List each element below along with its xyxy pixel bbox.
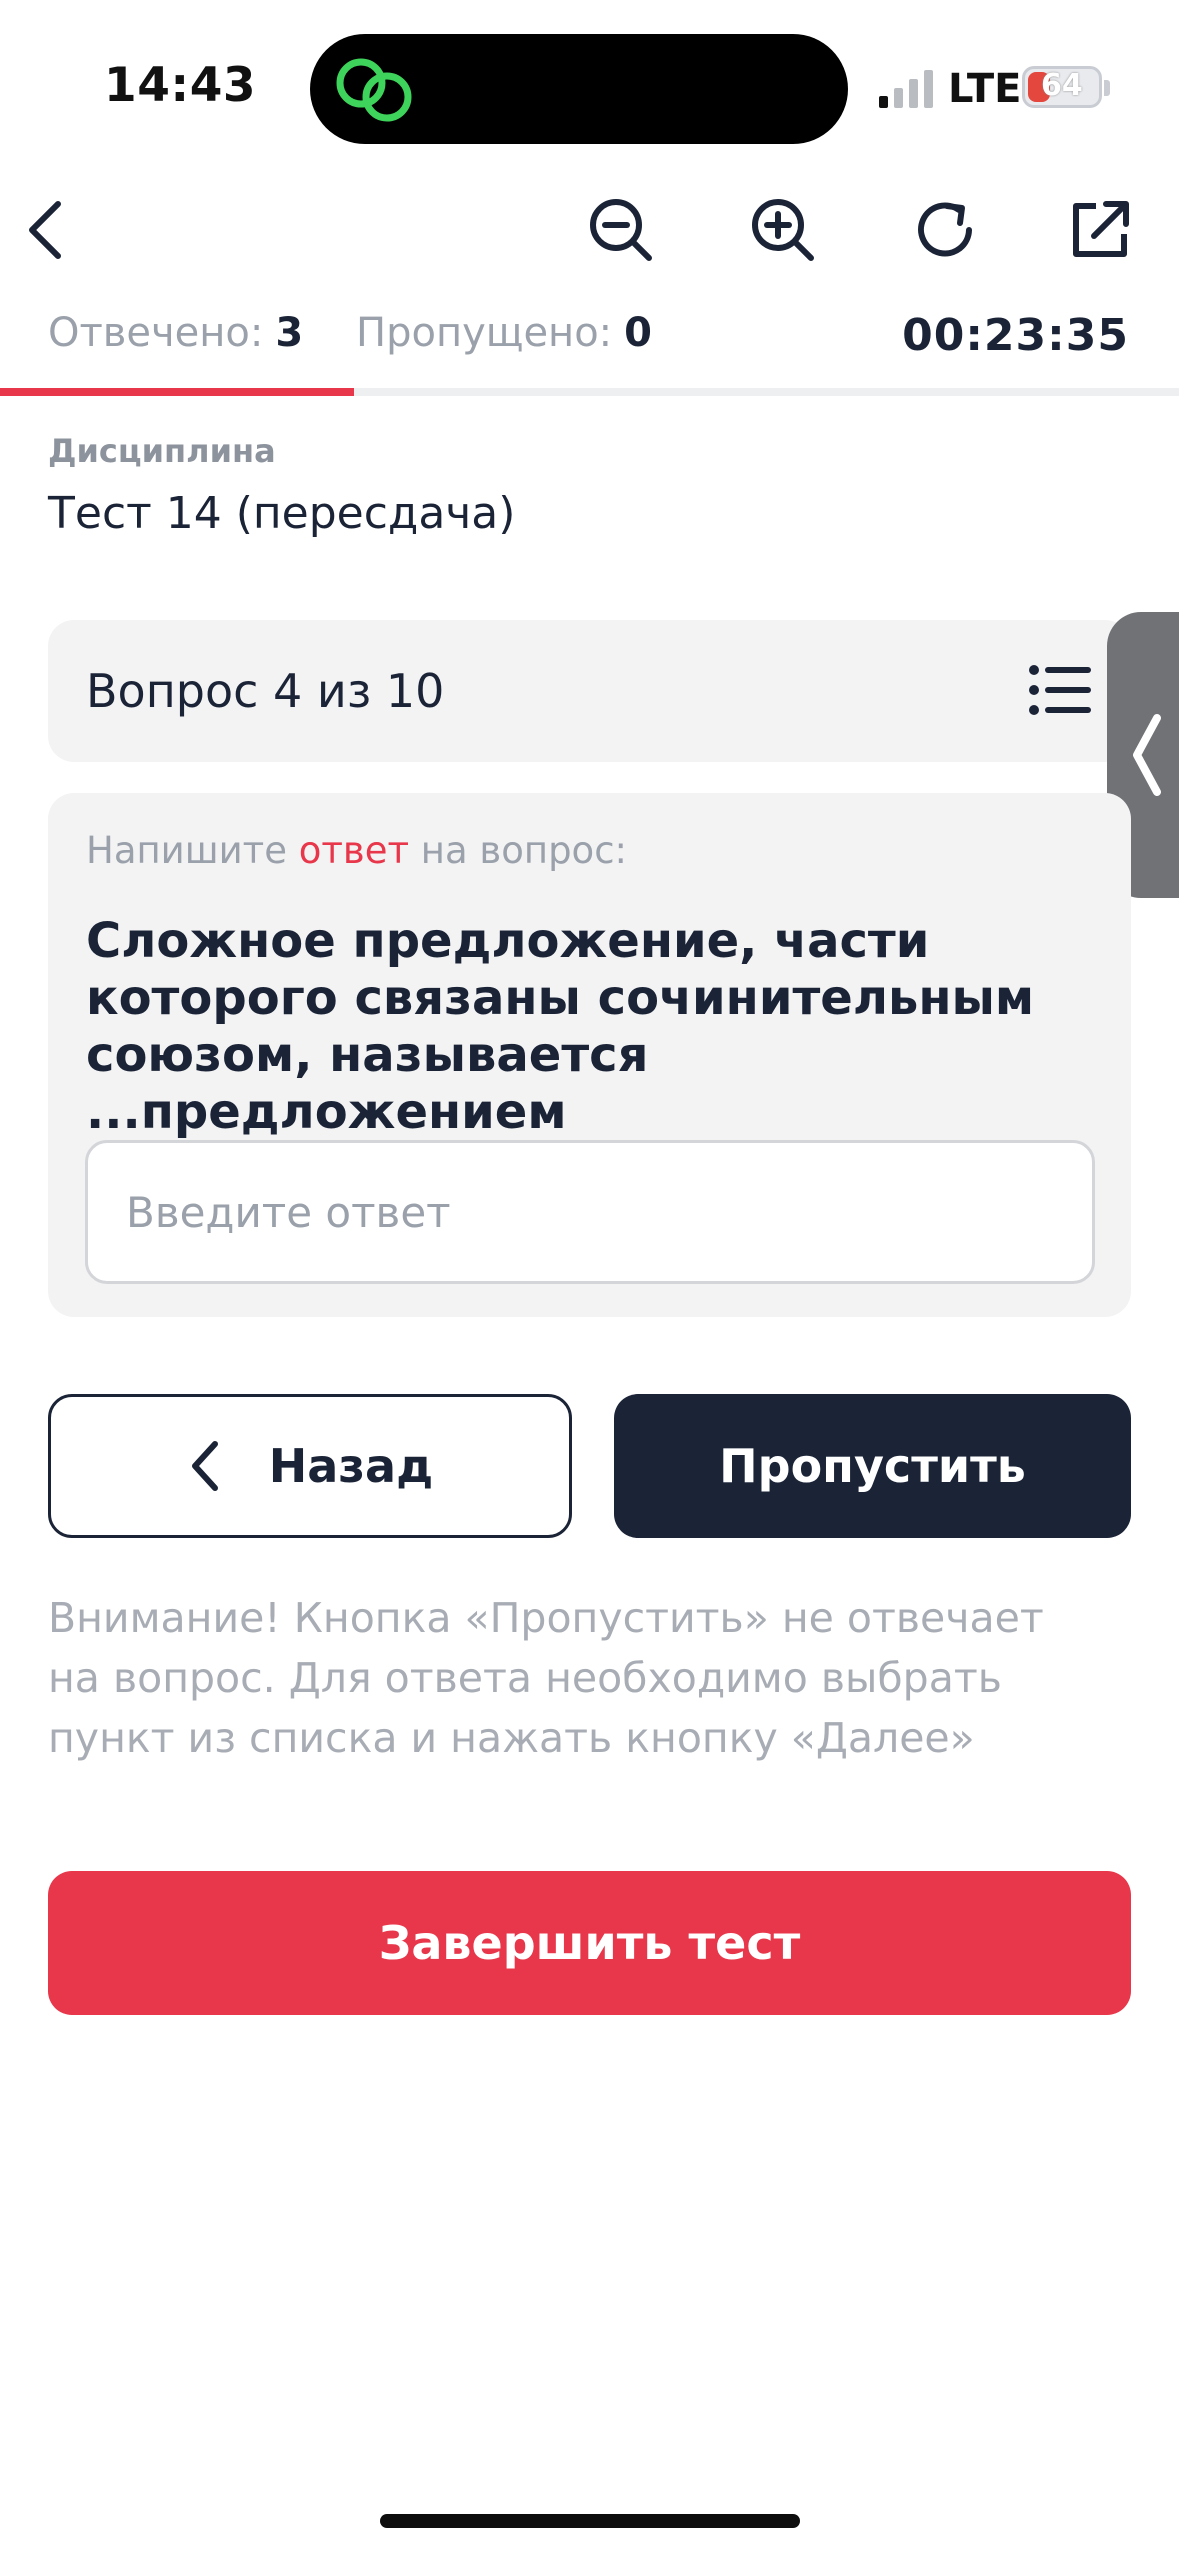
discipline-value: Тест 14 (пересдача) xyxy=(48,488,516,539)
progress-fill xyxy=(0,388,354,396)
chevron-left-icon xyxy=(1133,714,1161,796)
skipped-counter: Пропущено: 0 xyxy=(356,310,652,370)
skip-button[interactable]: Пропустить xyxy=(614,1394,1131,1538)
screen: 14:43 LTE 64 Отвечено: 3 Пропущено: 0 00… xyxy=(0,0,1179,2556)
answered-counter: Отвечено: 3 xyxy=(48,310,303,370)
discipline-label: Дисциплина xyxy=(48,432,276,470)
list-icon[interactable] xyxy=(1029,664,1091,716)
answered-value: 3 xyxy=(275,310,304,356)
question-number: Вопрос 4 из 10 xyxy=(86,664,445,718)
hint-accent: ответ xyxy=(298,829,410,872)
finish-test-label: Завершить тест xyxy=(378,1916,801,1970)
cellular-signal-icon xyxy=(879,70,933,108)
home-indicator[interactable] xyxy=(380,2514,800,2528)
answered-label: Отвечено: xyxy=(48,310,264,356)
skipped-label: Пропущено: xyxy=(356,310,613,356)
zoom-in-icon[interactable] xyxy=(745,192,821,268)
battery-cap xyxy=(1104,80,1110,96)
zoom-out-icon[interactable] xyxy=(583,192,659,268)
hint-before: Напишите xyxy=(86,829,299,872)
dynamic-island xyxy=(310,34,848,144)
network-type: LTE xyxy=(948,66,1022,112)
answer-card: Напишите ответ на вопрос: Сложное предло… xyxy=(48,793,1131,1317)
skip-notice: Внимание! Кнопка «Пропустить» не отвечае… xyxy=(48,1594,1044,1762)
answer-input[interactable] xyxy=(85,1140,1095,1284)
answer-hint: Напишите ответ на вопрос: xyxy=(86,829,627,872)
hint-after: на вопрос: xyxy=(409,829,627,872)
link-rings-icon xyxy=(336,58,412,122)
status-time: 14:43 xyxy=(104,58,257,113)
battery-percent: 64 xyxy=(1041,68,1083,103)
back-arrow-icon[interactable] xyxy=(8,192,84,268)
finish-test-button[interactable]: Завершить тест xyxy=(48,1871,1131,2015)
battery-icon: 64 xyxy=(1022,66,1102,108)
timer: 00:23:35 xyxy=(902,310,1129,361)
back-button-label: Назад xyxy=(268,1439,434,1493)
question-header-card: Вопрос 4 из 10 xyxy=(48,620,1131,762)
question-text: Сложное предложение, части которого связ… xyxy=(86,913,1035,1140)
chevron-left-icon xyxy=(191,1441,218,1491)
refresh-icon[interactable] xyxy=(907,192,983,268)
external-link-icon[interactable] xyxy=(1062,192,1138,268)
skip-button-label: Пропустить xyxy=(719,1439,1026,1493)
progress-bar xyxy=(0,388,1179,396)
skipped-value: 0 xyxy=(624,310,652,356)
back-button[interactable]: Назад xyxy=(48,1394,572,1538)
